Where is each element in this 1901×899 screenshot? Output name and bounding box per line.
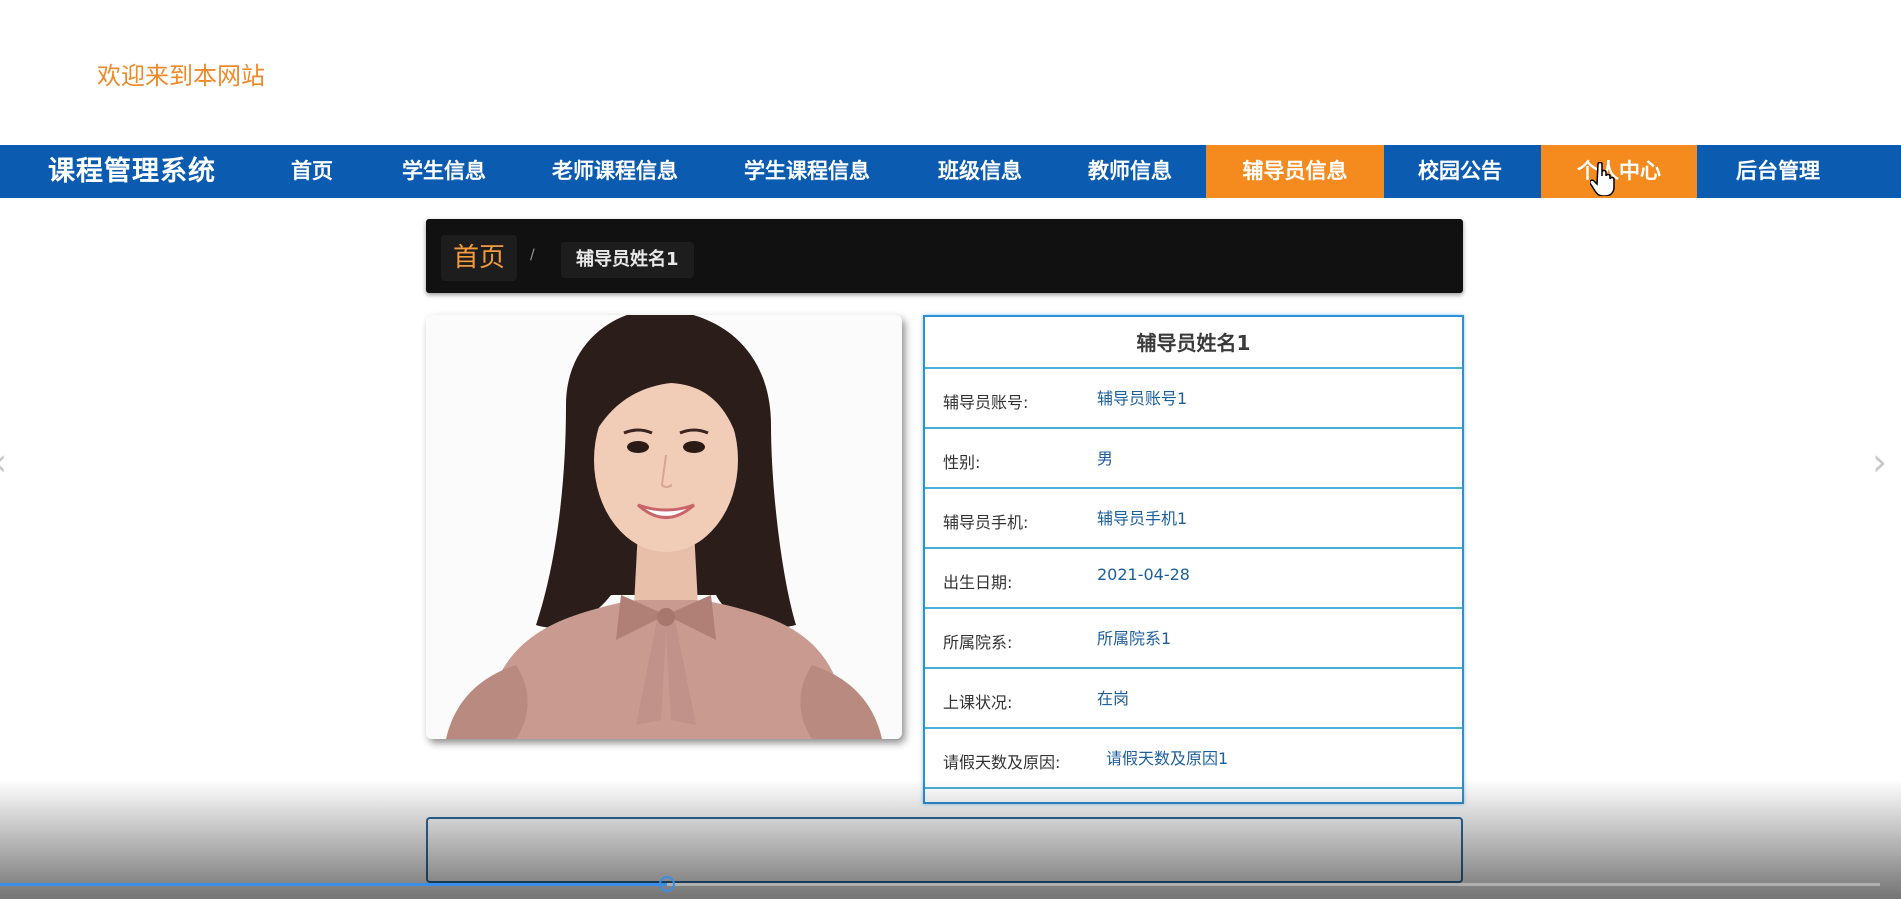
detail-value: 请假天数及原因1 bbox=[1106, 749, 1229, 768]
detail-label: 上课状况: bbox=[943, 693, 1013, 712]
nav-item-announcements[interactable]: 校园公告 bbox=[1404, 145, 1516, 198]
nav-item-students[interactable]: 学生信息 bbox=[388, 145, 500, 198]
top-header: 欢迎来到本网站 bbox=[0, 0, 1901, 145]
counselor-photo bbox=[426, 315, 902, 739]
chevron-right-icon[interactable]: › bbox=[1872, 440, 1887, 484]
video-progress-handle[interactable] bbox=[659, 876, 675, 892]
detail-value: 在岗 bbox=[1097, 689, 1130, 708]
hand-cursor-icon bbox=[1589, 161, 1616, 200]
detail-row-account: 辅导员账号: 辅导员账号1 bbox=[925, 369, 1462, 429]
detail-row-leave: 请假天数及原因: 请假天数及原因1 bbox=[925, 729, 1462, 789]
detail-row-gender: 性别: 男 bbox=[925, 429, 1462, 489]
video-progress-fill bbox=[0, 883, 667, 886]
detail-label: 请假天数及原因: bbox=[943, 753, 1061, 772]
nav-item-teacher-courses[interactable]: 老师课程信息 bbox=[540, 145, 690, 198]
chevron-left-icon[interactable]: ‹ bbox=[0, 440, 7, 484]
counselor-detail-card: 辅导员姓名1 辅导员账号: 辅导员账号1 性别: 男 辅导员手机: 辅导员手机1… bbox=[923, 315, 1464, 804]
content-section bbox=[426, 817, 1463, 883]
breadcrumb-home[interactable]: 首页 bbox=[441, 235, 518, 281]
welcome-text: 欢迎来到本网站 bbox=[97, 62, 265, 90]
detail-label: 辅导员账号: bbox=[943, 393, 1029, 412]
detail-value: 所属院系1 bbox=[1097, 629, 1172, 648]
detail-row-status: 上课状况: 在岗 bbox=[925, 669, 1462, 729]
nav-item-student-courses[interactable]: 学生课程信息 bbox=[732, 145, 882, 198]
detail-row-phone: 辅导员手机: 辅导员手机1 bbox=[925, 489, 1462, 549]
nav-item-personal-center[interactable]: 个人中心 bbox=[1541, 145, 1697, 198]
nav-item-counselors[interactable]: 辅导员信息 bbox=[1206, 145, 1384, 198]
video-progress-bar[interactable] bbox=[0, 876, 1880, 892]
detail-value: 2021-04-28 bbox=[1097, 565, 1190, 584]
breadcrumb: 首页 / 辅导员姓名1 bbox=[426, 219, 1463, 293]
site-brand[interactable]: 课程管理系统 bbox=[48, 145, 216, 198]
detail-label: 性别: bbox=[943, 453, 981, 472]
nav-item-admin[interactable]: 后台管理 bbox=[1722, 145, 1834, 198]
detail-label: 所属院系: bbox=[943, 633, 1013, 652]
breadcrumb-current: 辅导员姓名1 bbox=[561, 242, 694, 278]
detail-title: 辅导员姓名1 bbox=[925, 317, 1462, 369]
nav-item-home[interactable]: 首页 bbox=[268, 145, 356, 198]
detail-row-birthdate: 出生日期: 2021-04-28 bbox=[925, 549, 1462, 609]
detail-label: 出生日期: bbox=[943, 573, 1013, 592]
nav-item-classes[interactable]: 班级信息 bbox=[924, 145, 1036, 198]
breadcrumb-separator: / bbox=[530, 247, 535, 263]
detail-value: 辅导员手机1 bbox=[1097, 509, 1188, 528]
detail-value: 辅导员账号1 bbox=[1097, 389, 1188, 408]
detail-row-department: 所属院系: 所属院系1 bbox=[925, 609, 1462, 669]
nav-item-teachers[interactable]: 教师信息 bbox=[1074, 145, 1186, 198]
detail-label: 辅导员手机: bbox=[943, 513, 1029, 532]
detail-value: 男 bbox=[1097, 449, 1114, 468]
